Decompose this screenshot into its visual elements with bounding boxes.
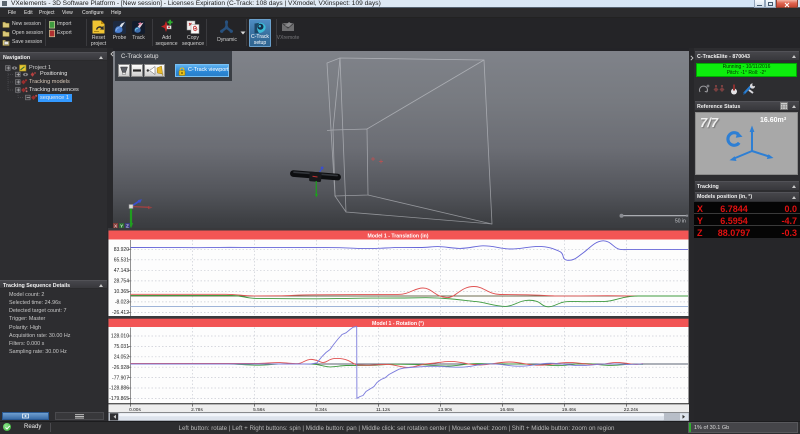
svg-text:-26.928: -26.928 — [112, 365, 129, 371]
svg-text:13.90s: 13.90s — [438, 407, 453, 413]
svg-text:-128.886: -128.886 — [109, 386, 129, 392]
svg-text:128.010: 128.010 — [111, 334, 129, 340]
svg-text:16.68s: 16.68s — [500, 407, 515, 413]
svg-text:22.24s: 22.24s — [624, 407, 639, 413]
svg-text:75.031: 75.031 — [114, 344, 130, 350]
svg-text:Model 1 - Rotation (°): Model 1 - Rotation (°) — [372, 321, 424, 327]
svg-text:-8.023: -8.023 — [115, 300, 129, 306]
svg-text:-77.907: -77.907 — [112, 375, 129, 381]
svg-text:24.052: 24.052 — [114, 355, 130, 361]
svg-text:-179.865: -179.865 — [109, 396, 129, 402]
svg-text:0.00s: 0.00s — [129, 407, 141, 413]
svg-text:50 in: 50 in — [675, 219, 686, 225]
svg-text:Model 1 - Translation (in): Model 1 - Translation (in) — [367, 233, 428, 239]
svg-text:2.78s: 2.78s — [191, 407, 203, 413]
svg-text:11.12s: 11.12s — [376, 407, 391, 413]
svg-text:10.365: 10.365 — [114, 289, 130, 295]
svg-text:5.56s: 5.56s — [253, 407, 265, 413]
svg-text:-26.412: -26.412 — [112, 310, 129, 316]
svg-text:28.754: 28.754 — [114, 279, 130, 285]
svg-text:47.143: 47.143 — [114, 268, 130, 274]
svg-text:8.34s: 8.34s — [315, 407, 327, 413]
svg-text:83.920: 83.920 — [114, 247, 130, 253]
svg-text:65.531: 65.531 — [114, 258, 130, 264]
svg-text:19.46s: 19.46s — [562, 407, 577, 413]
